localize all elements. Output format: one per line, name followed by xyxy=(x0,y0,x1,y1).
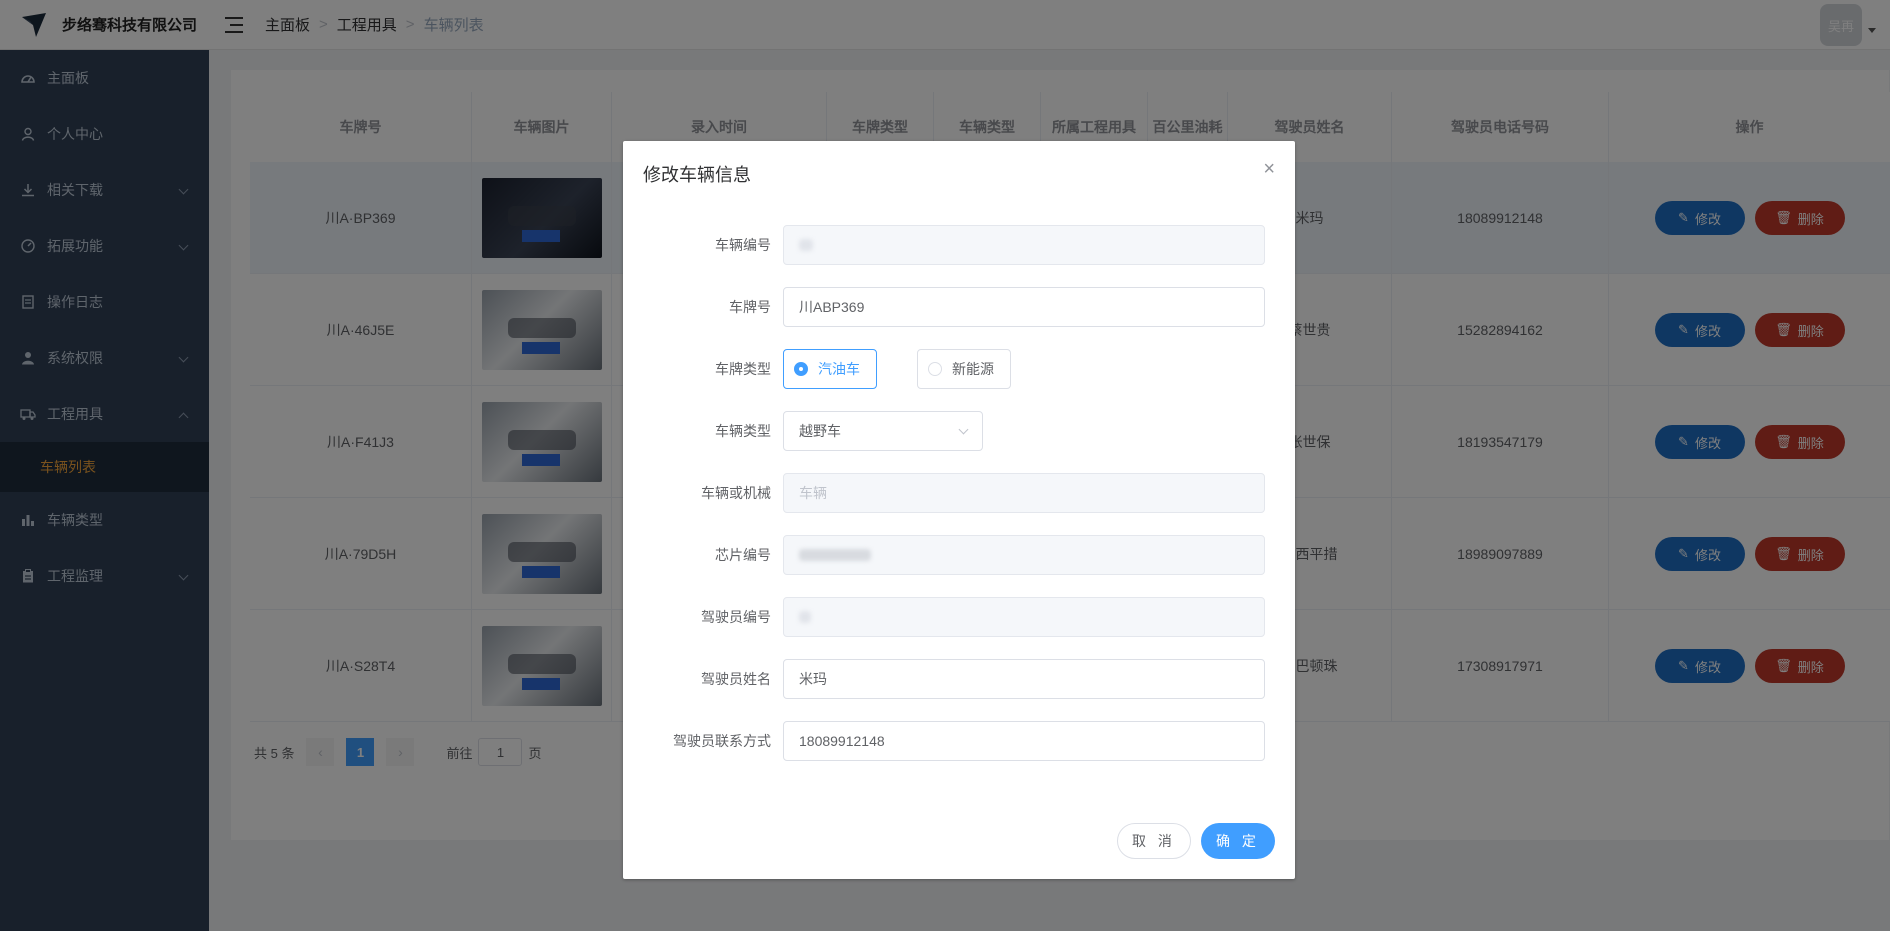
radio-gasoline[interactable]: 汽油车 xyxy=(783,349,877,389)
field-label: 车牌号 xyxy=(729,299,771,315)
vehicle-no-field xyxy=(783,225,1265,265)
field-label: 车辆类型 xyxy=(715,423,771,439)
form-row-driver-no: 驾驶员编号 xyxy=(623,597,1295,637)
form-row-driver-name: 驾驶员姓名 米玛 xyxy=(623,659,1295,699)
cancel-button[interactable]: 取 消 xyxy=(1117,823,1191,859)
field-label: 车辆或机械 xyxy=(701,485,771,501)
driver-phone-field[interactable]: 18089912148 xyxy=(783,721,1265,761)
dialog-title: 修改车辆信息 xyxy=(643,165,751,185)
form-row-chip: 芯片编号 xyxy=(623,535,1295,575)
driver-name-field[interactable]: 米玛 xyxy=(783,659,1265,699)
kind-field: 车辆 xyxy=(783,473,1265,513)
confirm-button[interactable]: 确 定 xyxy=(1201,823,1275,859)
field-label: 芯片编号 xyxy=(715,547,771,563)
field-label: 车辆编号 xyxy=(715,237,771,253)
vehicle-type-select[interactable]: 越野车 xyxy=(783,411,983,451)
radio-checked-icon xyxy=(794,362,808,376)
chip-field xyxy=(783,535,1265,575)
driver-no-field xyxy=(783,597,1265,637)
form-row-driver-phone: 驾驶员联系方式 18089912148 xyxy=(623,721,1295,761)
field-label: 驾驶员姓名 xyxy=(701,671,771,687)
radio-label: 汽油车 xyxy=(818,361,860,377)
form-row-kind: 车辆或机械 车辆 xyxy=(623,473,1295,513)
form-row-vehicle-no: 车辆编号 xyxy=(623,225,1295,265)
select-value: 越野车 xyxy=(799,423,841,439)
redacted-value xyxy=(799,549,871,561)
radio-label: 新能源 xyxy=(952,361,994,377)
redacted-value xyxy=(799,239,813,251)
close-icon[interactable]: × xyxy=(1263,159,1275,179)
form-row-plate-type: 车牌类型 汽油车 新能源 xyxy=(623,349,1295,389)
form-row-vehicle-type: 车辆类型 越野车 xyxy=(623,411,1295,451)
form-row-plate: 车牌号 川ABP369 xyxy=(623,287,1295,327)
field-label: 驾驶员联系方式 xyxy=(673,733,771,749)
radio-unchecked-icon xyxy=(928,362,942,376)
redacted-value xyxy=(799,611,811,623)
radio-new-energy[interactable]: 新能源 xyxy=(917,349,1011,389)
field-label: 驾驶员编号 xyxy=(701,609,771,625)
plate-field[interactable]: 川ABP369 xyxy=(783,287,1265,327)
edit-vehicle-dialog: 修改车辆信息 × 车辆编号 车牌号 川ABP369 车牌类型 汽油车 新能源 车… xyxy=(623,141,1295,879)
chevron-down-icon xyxy=(958,424,969,434)
field-label: 车牌类型 xyxy=(715,361,771,377)
